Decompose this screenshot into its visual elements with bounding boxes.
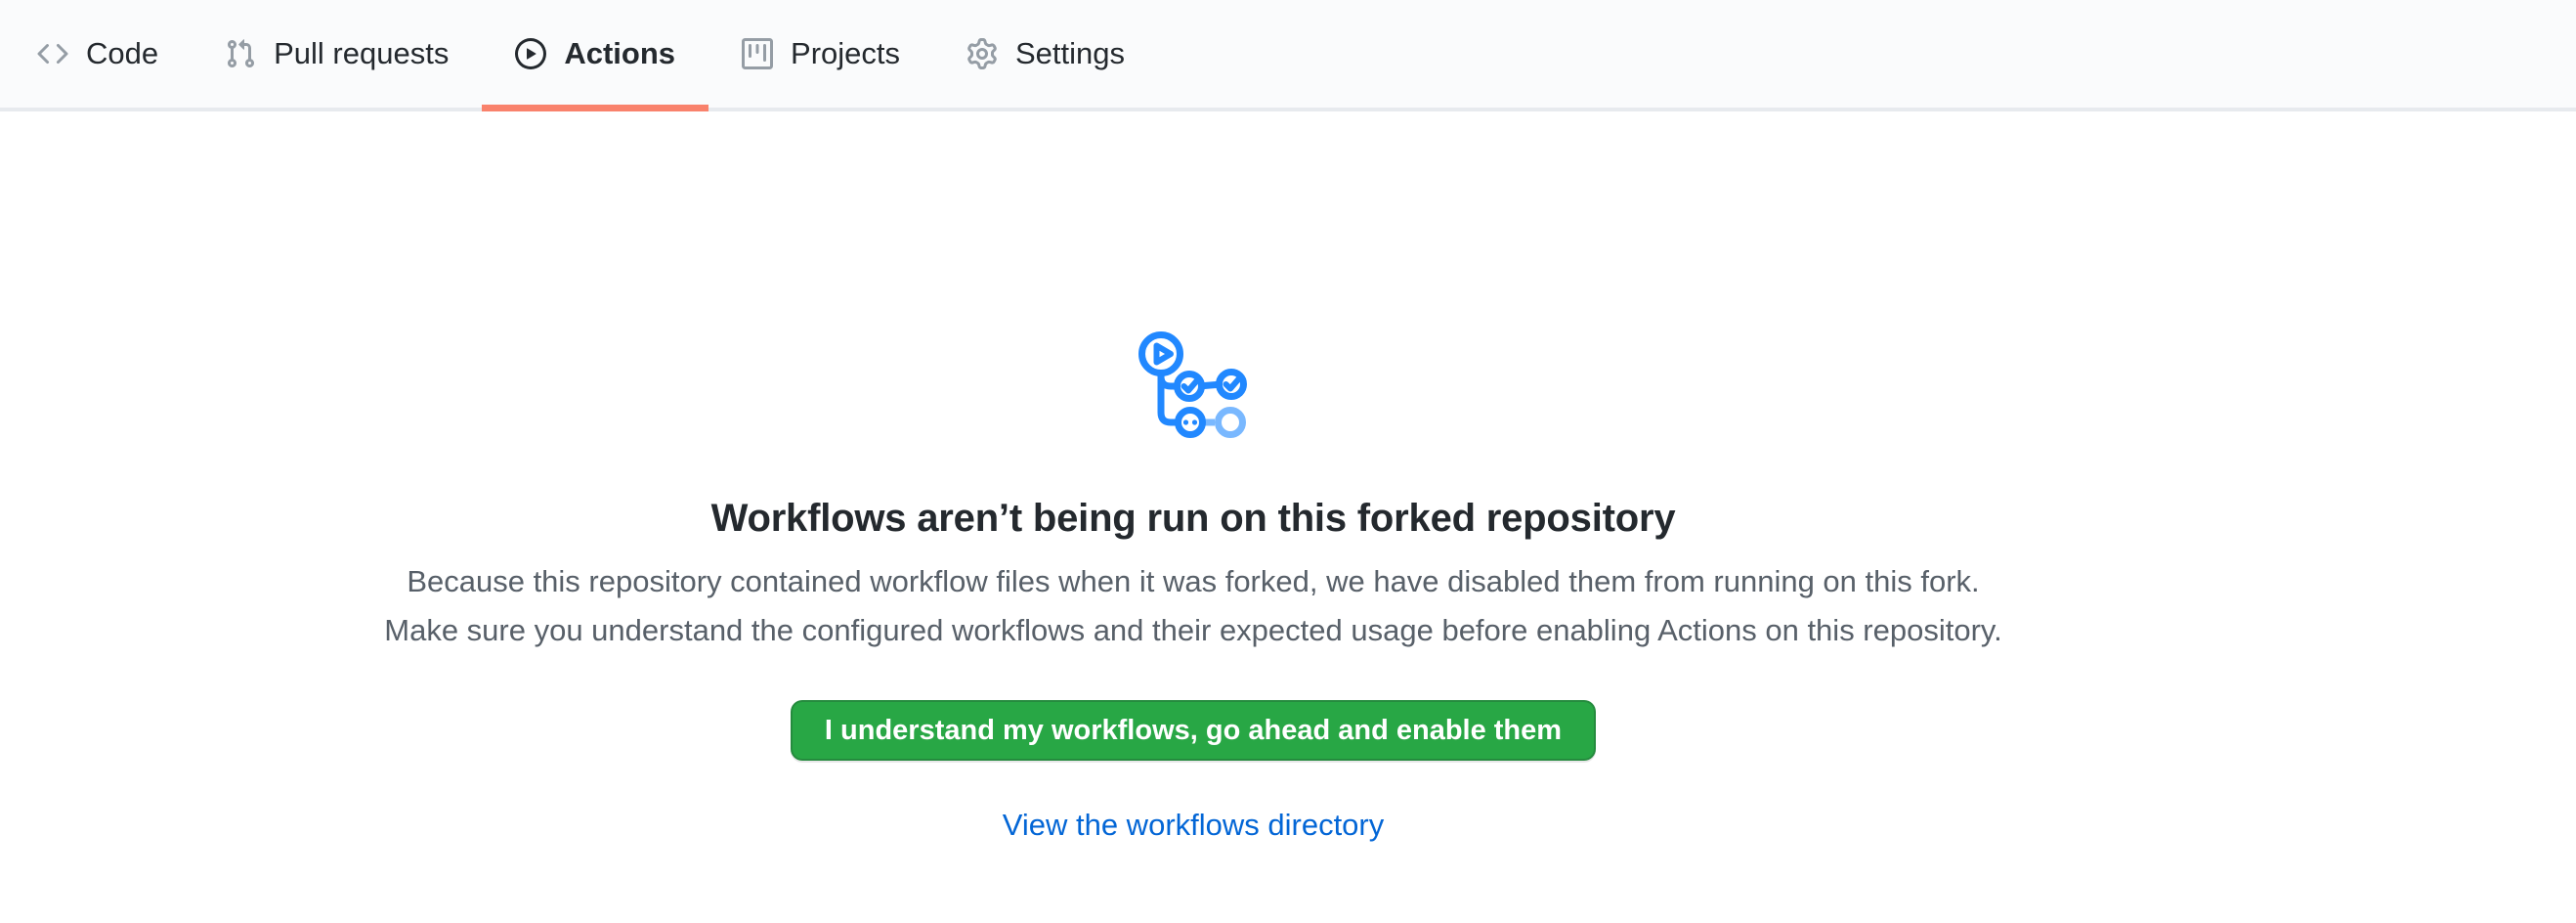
blankslate: Workflows aren’t being run on this forke… bbox=[0, 111, 2386, 843]
actions-workflow-icon bbox=[1138, 330, 1248, 441]
git-pull-request-icon bbox=[225, 38, 256, 69]
blankslate-description: Because this repository contained workfl… bbox=[372, 557, 2014, 655]
gear-icon bbox=[966, 38, 998, 69]
tab-pull-requests[interactable]: Pull requests bbox=[192, 0, 482, 108]
tab-label: Settings bbox=[1015, 36, 1125, 71]
tab-label: Pull requests bbox=[274, 36, 449, 71]
tab-label: Actions bbox=[564, 36, 675, 71]
view-workflows-directory-link[interactable]: View the workflows directory bbox=[1003, 808, 1385, 843]
repo-tab-nav: Code Pull requests Actions Projects Sett… bbox=[0, 0, 2576, 111]
page-title: Workflows aren’t being run on this forke… bbox=[0, 495, 2386, 542]
play-icon bbox=[515, 38, 546, 69]
tab-label: Projects bbox=[791, 36, 900, 71]
code-icon bbox=[37, 38, 68, 69]
tab-settings[interactable]: Settings bbox=[933, 0, 1158, 108]
tab-projects[interactable]: Projects bbox=[708, 0, 933, 108]
enable-workflows-button[interactable]: I understand my workflows, go ahead and … bbox=[791, 700, 1596, 761]
tab-label: Code bbox=[86, 36, 158, 71]
tab-actions[interactable]: Actions bbox=[482, 0, 708, 108]
project-icon bbox=[742, 38, 773, 69]
tab-code[interactable]: Code bbox=[4, 0, 192, 108]
actions-page: Workflows aren’t being run on this forke… bbox=[0, 111, 2576, 843]
